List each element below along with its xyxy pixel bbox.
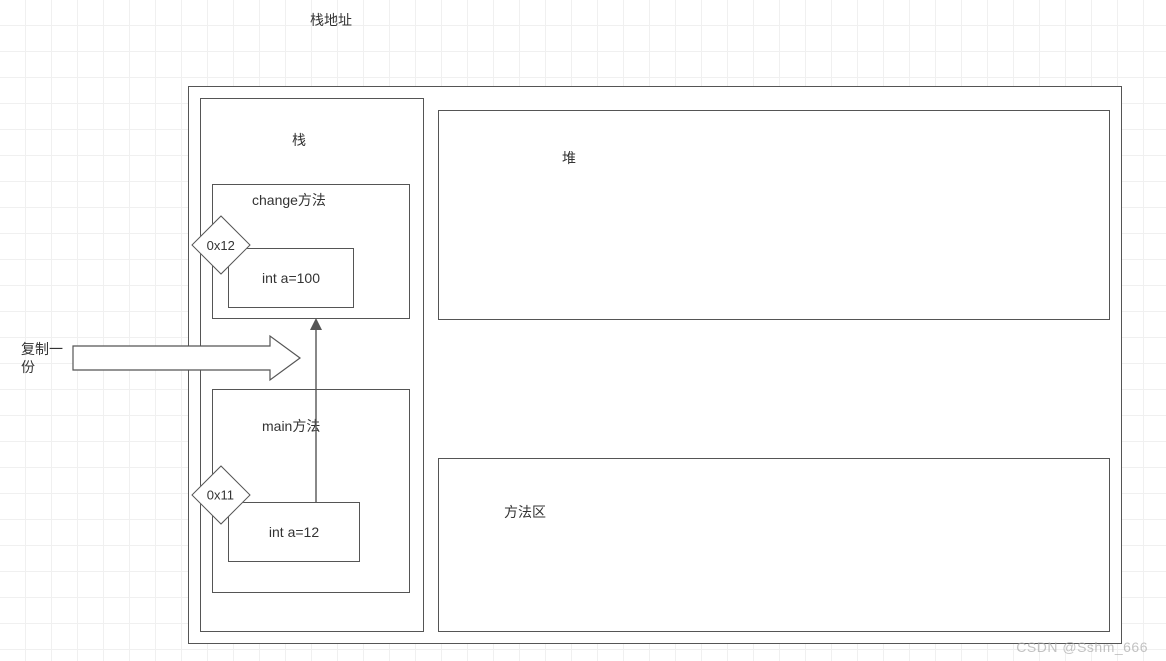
addr-main: 0x11 (207, 487, 234, 502)
frame-main-var: int a=12 (269, 524, 319, 540)
frame-change-var: int a=100 (262, 270, 320, 286)
stack-label: 栈 (292, 130, 306, 150)
copy-note: 复制一份 (21, 340, 69, 376)
heap-region (438, 110, 1110, 320)
heap-label: 堆 (562, 148, 576, 168)
method-area-region (438, 458, 1110, 632)
page-title: 栈地址 (310, 10, 352, 30)
addr-change: 0x12 (207, 237, 235, 252)
method-area-label: 方法区 (504, 502, 546, 522)
watermark: CSDN @Sshm_666 (1016, 639, 1148, 655)
flow-arrow-main-to-change (304, 316, 328, 506)
frame-change-var-box: int a=100 (228, 248, 354, 308)
frame-main-var-box: int a=12 (228, 502, 360, 562)
frame-change-name: change方法 (252, 192, 338, 210)
copy-arrow (70, 334, 304, 386)
